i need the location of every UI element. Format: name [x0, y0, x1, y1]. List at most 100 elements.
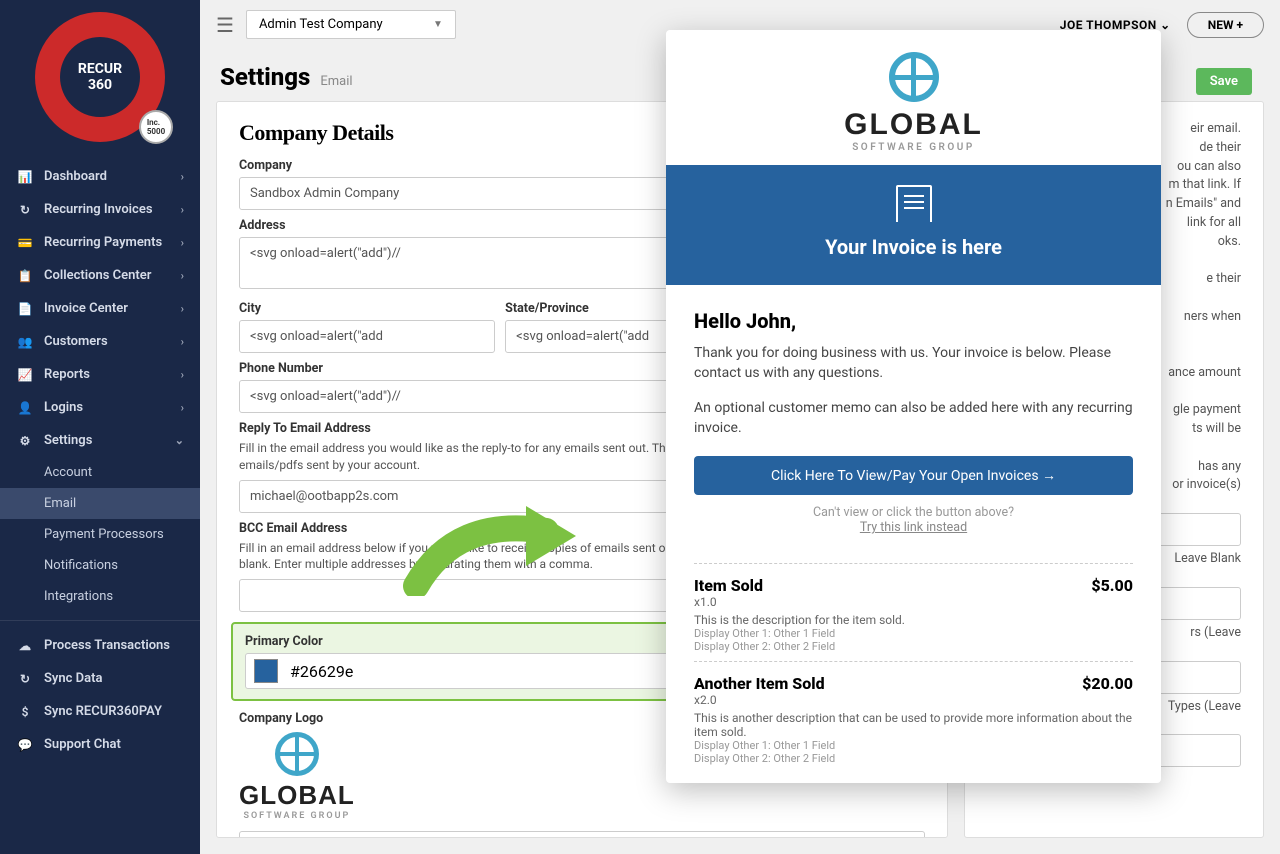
- logo-sub-text: SOFTWARE GROUP: [243, 811, 350, 821]
- chevron-right-icon: ›: [181, 368, 184, 381]
- nav-support-chat[interactable]: 💬 Support Chat: [0, 728, 200, 761]
- chevron-right-icon: ›: [181, 302, 184, 315]
- nav-label: Reports: [44, 367, 90, 382]
- chevron-right-icon: ›: [181, 236, 184, 249]
- nav-sub-notifications[interactable]: Notifications: [0, 550, 200, 581]
- dashboard-icon: 📊: [16, 170, 34, 184]
- preview-line-item: Another Item Sold $20.00 x2.0 This is ano…: [694, 661, 1133, 773]
- item-meta: Display Other 2: Other 2 Field: [694, 752, 1133, 765]
- item-name: Item Sold: [694, 576, 763, 595]
- users-icon: 👥: [16, 335, 34, 349]
- preview-cta-button[interactable]: Click Here To View/Pay Your Open Invoice…: [694, 456, 1133, 495]
- nav-label: Invoice Center: [44, 301, 128, 316]
- nav-logins[interactable]: 👤 Logins ›: [0, 391, 200, 424]
- document-icon: 📄: [16, 302, 34, 316]
- nav-label: Sync Data: [44, 671, 102, 686]
- page-title: Settings: [220, 63, 310, 91]
- item-meta: Display Other 2: Other 2 Field: [694, 640, 1133, 653]
- chevron-right-icon: ›: [181, 401, 184, 414]
- chevron-right-icon: ›: [181, 269, 184, 282]
- nav-sub-integrations[interactable]: Integrations: [0, 581, 200, 612]
- nav-dashboard[interactable]: 📊 Dashboard ›: [0, 160, 200, 193]
- nav-collections-center[interactable]: 📋 Collections Center ›: [0, 259, 200, 292]
- chart-icon: 📈: [16, 368, 34, 382]
- cloud-icon: ☁: [16, 639, 34, 653]
- refresh-icon: ↻: [16, 203, 34, 217]
- save-button[interactable]: Save: [1196, 68, 1252, 95]
- preview-line-item: Item Sold $5.00 x1.0 This is the descript…: [694, 563, 1133, 661]
- inc5000-badge: Inc.5000: [139, 110, 173, 144]
- nav-label: Recurring Invoices: [44, 202, 153, 217]
- nav-reports[interactable]: 📈 Reports ›: [0, 358, 200, 391]
- chevron-right-icon: ›: [181, 335, 184, 348]
- company-selected: Admin Test Company: [259, 17, 383, 32]
- item-meta: Display Other 1: Other 1 Field: [694, 627, 1133, 640]
- preview-brand: GLOBAL: [844, 108, 983, 142]
- nav-invoice-center[interactable]: 📄 Invoice Center ›: [0, 292, 200, 325]
- nav-sub-email[interactable]: Email: [0, 488, 200, 519]
- logo-brand-text: GLOBAL: [239, 780, 355, 811]
- clipboard-icon: 📋: [16, 269, 34, 283]
- preview-banner: Your Invoice is here: [666, 165, 1161, 285]
- file-upload-box: Accepted Formats: .jpg .png .bmp .gif. M…: [239, 831, 925, 838]
- nav-label: Dashboard: [44, 169, 107, 184]
- preview-banner-title: Your Invoice is here: [666, 235, 1161, 259]
- preview-greeting: Hello John,: [694, 309, 1133, 333]
- email-preview: GLOBAL SOFTWARE GROUP Your Invoice is he…: [666, 30, 1161, 783]
- card-icon: 💳: [16, 236, 34, 250]
- nav-label: Settings: [44, 433, 92, 448]
- preview-paragraph-1: Thank you for doing business with us. Yo…: [694, 343, 1133, 384]
- nav-label: Logins: [44, 400, 83, 415]
- sync-icon: ↻: [16, 672, 34, 686]
- dollar-icon: $: [16, 705, 34, 719]
- city-input[interactable]: [239, 320, 495, 353]
- nav-label: Recurring Payments: [44, 235, 162, 250]
- nav-sync-data[interactable]: ↻ Sync Data: [0, 662, 200, 695]
- chevron-down-icon: ⌄: [175, 434, 184, 447]
- chevron-right-icon: ›: [181, 203, 184, 216]
- nav-customers[interactable]: 👥 Customers ›: [0, 325, 200, 358]
- app-logo: RECUR 360 Inc.5000: [0, 0, 200, 160]
- gear-icon: ⚙: [16, 434, 34, 448]
- preview-help-link[interactable]: Try this link instead: [860, 520, 967, 535]
- nav-sync-recur360pay[interactable]: $ Sync RECUR360PAY: [0, 695, 200, 728]
- hamburger-icon[interactable]: ☰: [216, 13, 234, 37]
- globe-icon: [889, 52, 939, 102]
- nav-label: Process Transactions: [44, 638, 170, 653]
- globe-icon: [275, 732, 319, 776]
- item-desc: This is another description that can be …: [694, 711, 1133, 739]
- nav-label: Sync RECUR360PAY: [44, 704, 162, 719]
- logo-text-1: RECUR: [78, 61, 122, 77]
- item-name: Another Item Sold: [694, 674, 825, 693]
- nav-sub-payment-processors[interactable]: Payment Processors: [0, 519, 200, 550]
- new-button[interactable]: NEW +: [1187, 12, 1264, 38]
- item-price: $20.00: [1082, 674, 1133, 693]
- chevron-down-icon: ▼: [433, 19, 443, 30]
- sidebar: RECUR 360 Inc.5000 📊 Dashboard › ↻ Recurrin…: [0, 0, 200, 854]
- user-icon: 👤: [16, 401, 34, 415]
- item-qty: x2.0: [694, 693, 1133, 707]
- receipt-icon: [896, 185, 932, 225]
- color-value: #26629e: [290, 662, 353, 681]
- nav-recurring-payments[interactable]: 💳 Recurring Payments ›: [0, 226, 200, 259]
- nav-recurring-invoices[interactable]: ↻ Recurring Invoices ›: [0, 193, 200, 226]
- nav-label: Collections Center: [44, 268, 151, 283]
- chevron-right-icon: ›: [181, 170, 184, 183]
- preview-help-text: Can't view or click the button above?: [694, 505, 1133, 520]
- logo-text-2: 360: [88, 77, 112, 93]
- item-price: $5.00: [1091, 576, 1133, 595]
- chat-icon: 💬: [16, 738, 34, 752]
- nav-settings[interactable]: ⚙ Settings ⌄: [0, 424, 200, 457]
- preview-paragraph-2: An optional customer memo can also be ad…: [694, 398, 1133, 439]
- preview-brand-sub: SOFTWARE GROUP: [852, 142, 975, 153]
- company-dropdown[interactable]: Admin Test Company ▼: [246, 10, 456, 39]
- page-subtitle: Email: [320, 74, 352, 89]
- item-qty: x1.0: [694, 595, 1133, 609]
- color-swatch: [254, 659, 278, 683]
- nav-label: Support Chat: [44, 737, 121, 752]
- nav-sub-account[interactable]: Account: [0, 457, 200, 488]
- item-desc: This is the description for the item sol…: [694, 613, 1133, 627]
- nav-process-transactions[interactable]: ☁ Process Transactions: [0, 629, 200, 662]
- item-meta: Display Other 1: Other 1 Field: [694, 739, 1133, 752]
- nav-label: Customers: [44, 334, 108, 349]
